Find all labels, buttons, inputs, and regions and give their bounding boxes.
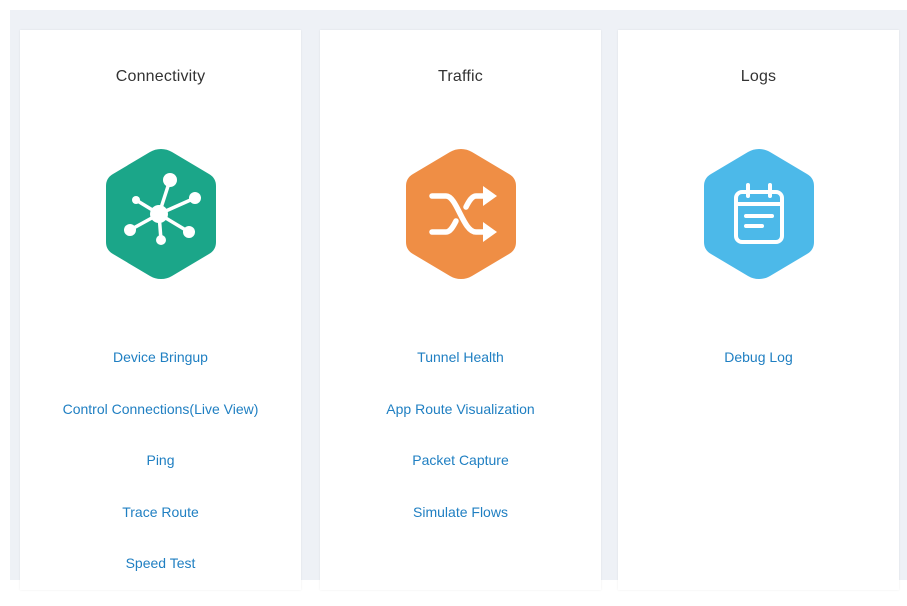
- card-title: Connectivity: [115, 68, 206, 85]
- card-title: Logs: [740, 68, 777, 85]
- traffic-card: Traffic Tunnel Health App Route Visualiz…: [320, 30, 601, 590]
- connectivity-card: Connectivity Device Bringup Control Conn…: [20, 30, 301, 590]
- tunnel-health-link[interactable]: Tunnel Health: [417, 349, 504, 365]
- list-item: Debug Log: [618, 348, 899, 400]
- app-route-visualization-link[interactable]: App Route Visualization: [386, 401, 534, 417]
- traffic-links: Tunnel Health App Route Visualization Pa…: [320, 348, 601, 554]
- trace-route-link[interactable]: Trace Route: [122, 504, 199, 520]
- list-item: App Route Visualization: [320, 400, 601, 452]
- control-connections-link[interactable]: Control Connections(Live View): [63, 401, 259, 417]
- list-item: Simulate Flows: [320, 503, 601, 555]
- logs-links: Debug Log: [618, 348, 899, 400]
- list-item: Device Bringup: [20, 348, 301, 400]
- debug-log-link[interactable]: Debug Log: [724, 349, 793, 365]
- network-hub-icon: [101, 146, 221, 282]
- ping-link[interactable]: Ping: [146, 452, 174, 468]
- calendar-log-icon: [699, 146, 819, 282]
- list-item: Ping: [20, 451, 301, 503]
- connectivity-links: Device Bringup Control Connections(Live …: [20, 348, 301, 606]
- list-item: Control Connections(Live View): [20, 400, 301, 452]
- list-item: Trace Route: [20, 503, 301, 555]
- list-item: Tunnel Health: [320, 348, 601, 400]
- speed-test-link[interactable]: Speed Test: [126, 555, 196, 571]
- card-title: Traffic: [438, 68, 483, 85]
- device-bringup-link[interactable]: Device Bringup: [113, 349, 208, 365]
- logs-card: Logs Debug Log: [618, 30, 899, 590]
- packet-capture-link[interactable]: Packet Capture: [412, 452, 509, 468]
- tools-dashboard: Connectivity Device Bringup Control Conn…: [10, 10, 907, 590]
- simulate-flows-link[interactable]: Simulate Flows: [413, 504, 508, 520]
- shuffle-arrows-icon: [401, 146, 521, 282]
- list-item: Packet Capture: [320, 451, 601, 503]
